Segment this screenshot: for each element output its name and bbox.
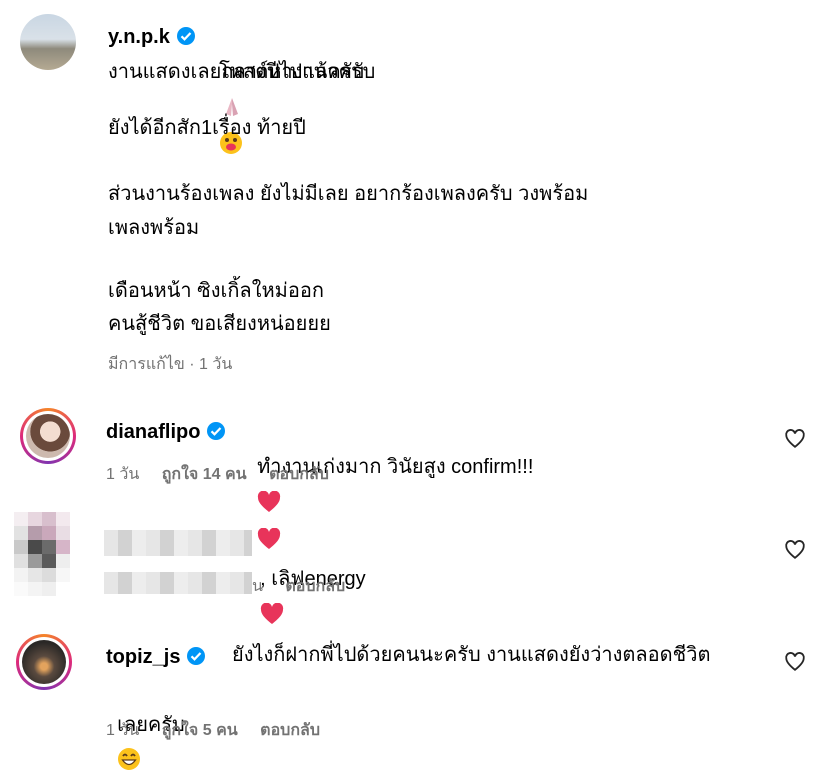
- heart-outline-icon[interactable]: [784, 651, 806, 673]
- verified-badge-icon: [187, 647, 206, 665]
- heart-outline-icon[interactable]: [784, 428, 806, 450]
- commenter-avatar[interactable]: [20, 408, 76, 464]
- comment-time: น: [252, 578, 263, 595]
- post-caption-line: เดือนหน้า ซิงเกิ้ลใหม่ออก: [108, 280, 324, 302]
- comment-text: ยังไงก็ฝากพี่ไปด้วยคนนะครับ งานแสดงยังว่…: [232, 644, 711, 666]
- verified-badge-icon: [207, 422, 226, 440]
- post-meta: มีการแก้ไข · 1 วัน: [108, 356, 233, 373]
- post-caption-line: ส่วนงานร้องเพลง ยังไม่มีเลย อยากร้องเพลง…: [108, 183, 589, 205]
- grinning-face-emoji: [118, 748, 141, 770]
- comment-time: 1 วัน: [106, 466, 140, 483]
- heart-outline-icon[interactable]: [784, 539, 806, 561]
- reply-button[interactable]: ตอบกลับ: [285, 578, 345, 595]
- comment-meta: 1 วัน ถูกใจ 14 คน ตอบกลับ: [106, 462, 329, 487]
- censored-username: [104, 530, 252, 556]
- comment-meta: 1 วัน ถูกใจ 5 คน ตอบกลับ: [106, 718, 320, 743]
- comment-username[interactable]: dianaflipo: [106, 421, 226, 444]
- post-caption-line: คนสู้ชีวิต ขอเสียงหน่อยยย: [108, 313, 331, 335]
- comment-likes[interactable]: ถูกใจ 5 คน: [162, 722, 238, 739]
- post-caption-line: งานแสดงเลยกลางปีไปแล้วครับ: [108, 61, 376, 83]
- post-caption-line: ยังได้อีกสัก1เรื่อง ท้ายปี: [108, 117, 306, 139]
- comment-username[interactable]: topiz_js: [106, 646, 206, 669]
- red-heart-emoji: [261, 603, 284, 624]
- censored-meta: [104, 572, 252, 594]
- post-author-username[interactable]: y.n.p.k: [108, 26, 196, 49]
- reply-button[interactable]: ตอบกลับ: [260, 722, 320, 739]
- commenter-avatar-pixelated[interactable]: [14, 512, 70, 596]
- commenter-avatar[interactable]: [16, 634, 72, 690]
- post-author-avatar[interactable]: [20, 14, 76, 70]
- reply-button[interactable]: ตอบกลับ: [269, 466, 329, 483]
- post-caption-line: เพลงพร้อม: [108, 217, 200, 239]
- comment-time: 1 วัน: [106, 722, 140, 739]
- verified-badge-icon: [176, 27, 195, 45]
- comment-likes[interactable]: ถูกใจ 14 คน: [162, 466, 247, 483]
- comment-meta: น ตอบกลับ: [252, 574, 345, 599]
- red-heart-emoji: [258, 491, 281, 512]
